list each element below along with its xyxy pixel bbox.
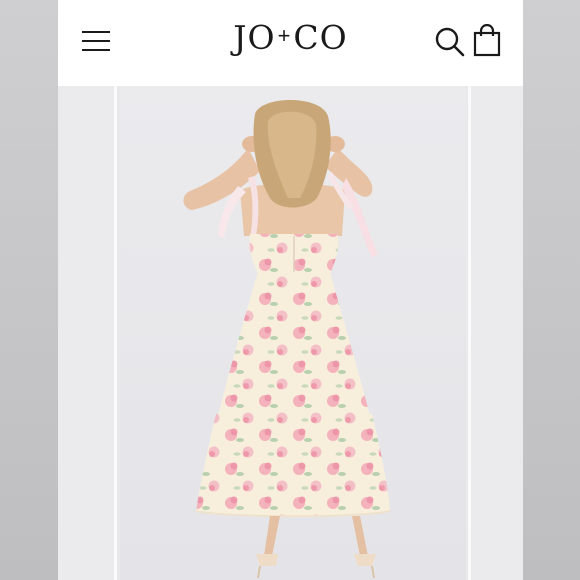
- previous-slide-peek[interactable]: [58, 86, 114, 580]
- product-photo: [120, 86, 466, 580]
- left-backdrop: [0, 0, 58, 580]
- right-backdrop: [522, 0, 580, 580]
- slide-divider: [114, 86, 117, 580]
- search-icon[interactable]: [434, 26, 466, 58]
- logo-text-left: JO: [233, 18, 276, 57]
- logo-text-right: CO: [293, 18, 348, 57]
- logo-plus: +: [277, 23, 292, 48]
- site-header: JO+CO: [58, 0, 523, 86]
- product-image-carousel[interactable]: [58, 86, 523, 580]
- shopping-bag-icon[interactable]: [470, 23, 504, 58]
- next-slide-peek[interactable]: [471, 86, 523, 580]
